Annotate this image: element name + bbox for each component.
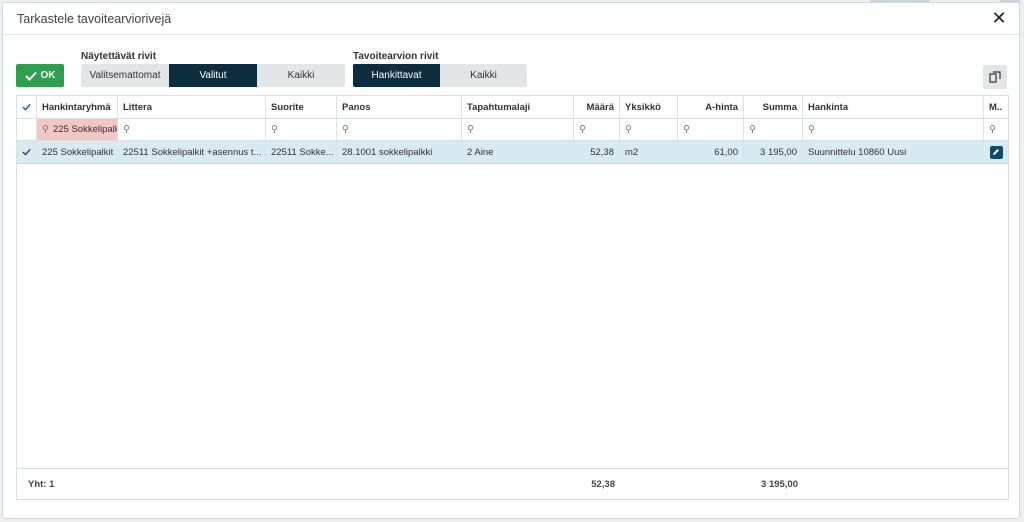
cell-littera: 22511 Sokkelipalkit +asennus t... xyxy=(118,141,266,163)
search-icon: ⚲ xyxy=(579,124,586,135)
col-header-a-hinta[interactable]: A-hinta xyxy=(678,96,744,118)
col-header-summa[interactable]: Summa xyxy=(744,96,803,118)
column-chooser-button[interactable] xyxy=(983,65,1007,89)
table-row[interactable]: 225 Sokkelipalkit 22511 Sokkelipalkit +a… xyxy=(17,141,1008,164)
dialog-title: Tarkastele tavoitearviorivejä xyxy=(17,12,172,26)
search-icon: ⚲ xyxy=(808,124,815,135)
search-icon: ⚲ xyxy=(749,124,756,135)
dialog: Tarkastele tavoitearviorivejä ✕ Näytettä… xyxy=(2,2,1020,519)
cell-tapahtumalaji: 2 Aine xyxy=(462,141,574,163)
footer-maara-total: 52,38 xyxy=(591,478,615,490)
filter-cell-empty xyxy=(17,119,37,140)
filter-tapahtumalaji[interactable]: ⚲ xyxy=(462,119,574,140)
cell-maara: 52,38 xyxy=(574,141,620,163)
search-icon: ⚲ xyxy=(989,124,996,135)
col-header-maara[interactable]: Määrä xyxy=(574,96,620,118)
cell-hankintaryhma: 225 Sokkelipalkit xyxy=(37,141,118,163)
estimate-rows-toggle: Hankittavat Kaikki xyxy=(353,64,527,87)
filter-hankintaryhma[interactable]: ⚲ 225 Sokkelipalkit xyxy=(37,119,118,140)
filter-littera[interactable]: ⚲ xyxy=(118,119,266,140)
cell-yksikko: m2 xyxy=(620,141,678,163)
rows-shown-option-selected[interactable]: Valitut xyxy=(169,64,257,87)
col-header-littera[interactable]: Littera xyxy=(118,96,266,118)
rows-shown-label: Näytettävät rivit xyxy=(81,51,157,62)
rows-shown-option-unselected[interactable]: Valitsemattomat xyxy=(81,64,169,87)
filter-summa[interactable]: ⚲ xyxy=(744,119,803,140)
check-icon xyxy=(22,103,31,111)
col-header-hankinta[interactable]: Hankinta xyxy=(803,96,984,118)
footer-summa-total: 3 195,00 xyxy=(761,478,798,490)
dialog-titlebar: Tarkastele tavoitearviorivejä ✕ xyxy=(3,3,1019,35)
filter-hankintaryhma-value: 225 Sokkelipalkit xyxy=(52,124,118,135)
search-icon: ⚲ xyxy=(342,124,349,135)
rows-shown-option-all[interactable]: Kaikki xyxy=(257,64,345,87)
checkmark-icon xyxy=(24,71,37,81)
cell-suorite: 22511 Sokke... xyxy=(266,141,337,163)
rows-shown-toggle: Valitsemattomat Valitut Kaikki xyxy=(81,64,345,87)
data-grid: Hankintaryhmä Littera Suorite Panos Tapa… xyxy=(16,95,1009,500)
filter-m[interactable]: ⚲ xyxy=(984,119,1008,140)
pencil-icon xyxy=(993,149,999,155)
col-header-m[interactable]: M.. xyxy=(984,96,1008,118)
search-icon: ⚲ xyxy=(271,124,278,135)
col-header-yksikko[interactable]: Yksikkö xyxy=(620,96,678,118)
filter-maara[interactable]: ⚲ xyxy=(574,119,620,140)
col-header-panos[interactable]: Panos xyxy=(337,96,462,118)
filter-hankinta[interactable]: ⚲ xyxy=(803,119,984,140)
cell-edit xyxy=(984,141,1008,163)
filter-panos[interactable]: ⚲ xyxy=(337,119,462,140)
grid-filter-row: ⚲ 225 Sokkelipalkit ⚲ ⚲ ⚲ ⚲ ⚲ ⚲ ⚲ ⚲ ⚲ ⚲ xyxy=(17,119,1008,141)
col-header-suorite[interactable]: Suorite xyxy=(266,96,337,118)
search-icon: ⚲ xyxy=(42,124,49,135)
cell-a-hinta: 61,00 xyxy=(678,141,744,163)
col-header-hankintaryhma[interactable]: Hankintaryhmä xyxy=(37,96,118,118)
cell-panos: 28.1001 sokkelipalkki xyxy=(337,141,462,163)
search-icon: ⚲ xyxy=(625,124,632,135)
check-icon xyxy=(22,148,31,156)
estimate-rows-label: Tavoitearvion rivit xyxy=(353,51,439,62)
search-icon: ⚲ xyxy=(467,124,474,135)
columns-icon xyxy=(989,71,1001,83)
filter-suorite[interactable]: ⚲ xyxy=(266,119,337,140)
cell-hankinta: Suunnittelu 10860 Uusi xyxy=(803,141,984,163)
footer-count: Yht: 1 xyxy=(28,478,55,490)
edit-button[interactable] xyxy=(989,145,1003,159)
ok-label: OK xyxy=(40,70,56,81)
grid-header: Hankintaryhmä Littera Suorite Panos Tapa… xyxy=(17,96,1008,119)
col-header-tapahtumalaji[interactable]: Tapahtumalaji xyxy=(462,96,574,118)
filter-a-hinta[interactable]: ⚲ xyxy=(678,119,744,140)
select-all-checkbox[interactable] xyxy=(17,96,37,118)
estimate-rows-option-procurable[interactable]: Hankittavat xyxy=(353,64,440,87)
cell-summa: 3 195,00 xyxy=(744,141,803,163)
search-icon: ⚲ xyxy=(123,124,130,135)
search-icon: ⚲ xyxy=(683,124,690,135)
filter-yksikko[interactable]: ⚲ xyxy=(620,119,678,140)
estimate-rows-option-all[interactable]: Kaikki xyxy=(440,64,527,87)
ok-button[interactable]: OK xyxy=(16,64,64,87)
row-checkbox[interactable] xyxy=(17,141,37,163)
grid-footer: Yht: 1 52,38 3 195,00 xyxy=(17,468,1008,499)
close-icon[interactable]: ✕ xyxy=(989,8,1009,28)
